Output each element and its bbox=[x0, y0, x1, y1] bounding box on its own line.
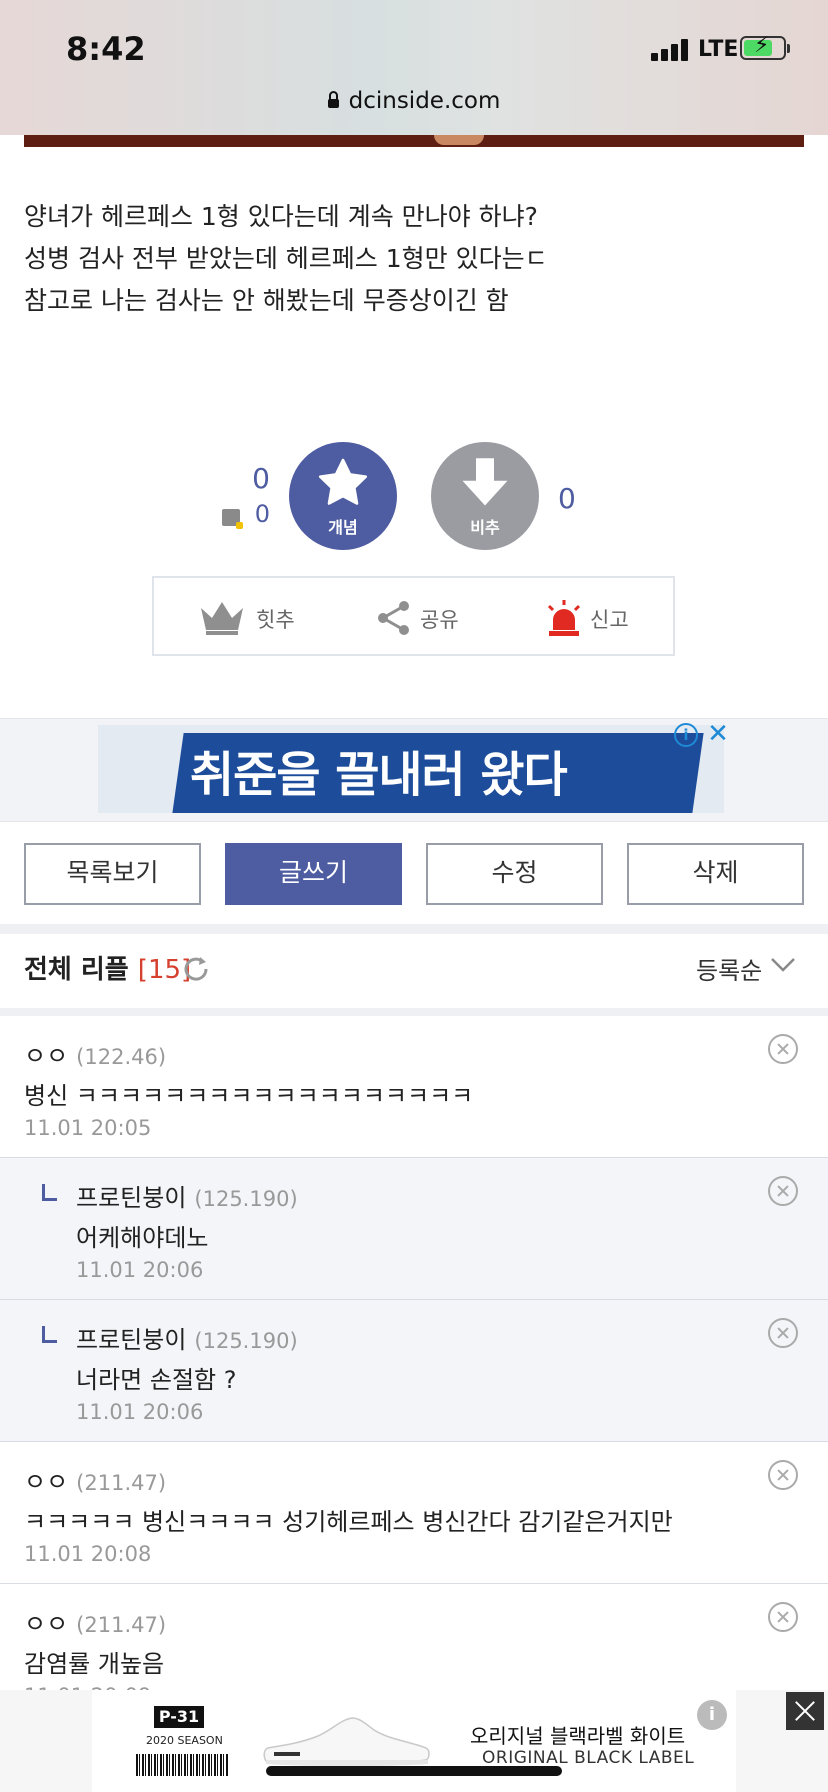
ad-info-icon[interactable]: i bbox=[697, 1700, 727, 1730]
url-text: dcinside.com bbox=[348, 88, 501, 114]
arrow-down-icon bbox=[462, 458, 508, 506]
barcode-image bbox=[136, 1754, 228, 1776]
comment-author[interactable]: ㅇㅇ bbox=[24, 1610, 68, 1638]
comments-title: 전체 리플 [15] bbox=[24, 949, 191, 986]
downvote-label: 비추 bbox=[470, 518, 500, 537]
comment-text: 너라면 손절함 ? bbox=[76, 1366, 237, 1394]
ad-season: 2020 SEASON bbox=[146, 1734, 223, 1747]
comment: ㅇㅇ (122.46) 병신 ㅋㅋㅋㅋㅋㅋㅋㅋㅋㅋㅋㅋㅋㅋㅋㅋㅋㅋ 11.01 2… bbox=[0, 1016, 828, 1158]
network-label: LTE bbox=[698, 37, 739, 62]
comment-ip: (125.190) bbox=[194, 1329, 298, 1353]
signal-icon bbox=[651, 37, 693, 61]
comment-author[interactable]: ㅇㅇ bbox=[24, 1042, 68, 1070]
comment-reply: 프로틴붕이 (125.190) 너라면 손절함 ? 11.01 20:06 bbox=[0, 1300, 828, 1442]
report-label: 신고 bbox=[590, 608, 629, 632]
ad-headline: 취준을 끌내러 왔다 bbox=[190, 747, 568, 803]
comment-date: 11.01 20:06 bbox=[76, 1258, 204, 1282]
home-indicator bbox=[266, 1766, 562, 1776]
comment-text: 병신 ㅋㅋㅋㅋㅋㅋㅋㅋㅋㅋㅋㅋㅋㅋㅋㅋㅋㅋ bbox=[24, 1082, 474, 1110]
ad-banner[interactable]: 취준을 끌내러 왔다 bbox=[98, 725, 724, 813]
sort-label: 등록순 bbox=[696, 957, 763, 985]
comment-date: 11.01 20:05 bbox=[24, 1116, 152, 1140]
bottom-ad: P-31 2020 SEASON 오리지널 블랙라벨 화이트 ORIGINAL … bbox=[0, 1690, 828, 1792]
edit-button[interactable]: 수정 bbox=[426, 843, 603, 905]
bottom-ad-banner[interactable]: P-31 2020 SEASON 오리지널 블랙라벨 화이트 ORIGINAL … bbox=[92, 1690, 736, 1792]
delete-comment-icon[interactable] bbox=[768, 1460, 798, 1490]
ad-brand-logo: P-31 bbox=[154, 1706, 204, 1728]
share-button[interactable]: 공유 bbox=[376, 600, 476, 636]
comment-text: ㅋㅋㅋㅋㅋ 병신ㅋㅋㅋㅋ 성기헤르페스 병신간다 감기같은거지만 bbox=[24, 1508, 673, 1536]
list-button[interactable]: 목록보기 bbox=[24, 843, 201, 905]
ad-band: 취준을 끌내러 왔다 bbox=[0, 718, 828, 822]
hit-recommend-button[interactable]: 힛추 bbox=[198, 600, 308, 636]
chevron-down-icon bbox=[771, 958, 795, 972]
write-button[interactable]: 글쓰기 bbox=[225, 843, 402, 905]
comments-title-label: 전체 리플 bbox=[24, 955, 129, 985]
refresh-icon[interactable] bbox=[181, 954, 211, 984]
comment: ㅇㅇ (211.47) ㅋㅋㅋㅋㅋ 병신ㅋㅋㅋㅋ 성기헤르페스 병신간다 감기같은… bbox=[0, 1442, 828, 1584]
post-line: 성병 검사 전부 받았는데 헤르페스 1형만 있다는ㄷ bbox=[24, 244, 548, 273]
delete-comment-icon[interactable] bbox=[768, 1034, 798, 1064]
comment-ip: (211.47) bbox=[76, 1471, 167, 1495]
comment-ip: (211.47) bbox=[76, 1613, 167, 1637]
comment-text: 감염률 개높음 bbox=[24, 1650, 165, 1678]
divider bbox=[0, 1008, 828, 1016]
hit-label: 힛추 bbox=[256, 608, 295, 632]
comment-ip: (122.46) bbox=[76, 1045, 167, 1069]
report-button[interactable]: 신고 bbox=[546, 600, 646, 636]
upvote-button[interactable]: 개념 bbox=[289, 442, 397, 550]
delete-comment-icon[interactable] bbox=[768, 1176, 798, 1206]
browser-chrome: 8:42 LTE ⚡ dcinside.com bbox=[0, 0, 828, 135]
comment-author[interactable]: 프로틴붕이 bbox=[76, 1326, 186, 1354]
siren-icon bbox=[547, 600, 581, 636]
post-content: 양녀가 헤르페스 1형 있다는데 계속 만나야 하냐? 성병 검사 전부 받았는… bbox=[24, 196, 804, 322]
comment-text: 어케해야데노 bbox=[76, 1224, 209, 1252]
fixed-user-icon bbox=[222, 509, 243, 529]
star-icon bbox=[318, 458, 368, 505]
sort-dropdown[interactable]: 등록순 bbox=[696, 951, 795, 986]
sneaker-image bbox=[263, 1717, 430, 1767]
downvote-button[interactable]: 비추 bbox=[431, 442, 539, 550]
fixed-upvote-count: 0 bbox=[254, 500, 270, 528]
ad-title-en: ORIGINAL BLACK LABEL bbox=[482, 1748, 695, 1768]
ad-info-icon[interactable]: i bbox=[674, 723, 698, 747]
share-label: 공유 bbox=[420, 608, 459, 632]
lock-icon bbox=[327, 91, 339, 108]
crown-icon bbox=[201, 602, 243, 635]
comment-date: 11.01 20:06 bbox=[76, 1400, 204, 1424]
battery-icon: ⚡ bbox=[740, 35, 786, 60]
ad-close-icon[interactable]: ✕ bbox=[706, 721, 730, 748]
comment-reply: 프로틴붕이 (125.190) 어케해야데노 11.01 20:06 bbox=[0, 1158, 828, 1300]
delete-button[interactable]: 삭제 bbox=[627, 843, 804, 905]
upvote-count: 0 bbox=[252, 462, 270, 495]
reply-icon bbox=[42, 1326, 57, 1343]
comment-date: 11.01 20:08 bbox=[24, 1542, 152, 1566]
post-image bbox=[24, 135, 804, 147]
status-time: 8:42 bbox=[66, 30, 146, 68]
share-icon bbox=[378, 601, 409, 635]
delete-comment-icon[interactable] bbox=[768, 1318, 798, 1348]
ad-title-ko: 오리지널 블랙라벨 화이트 bbox=[470, 1724, 686, 1748]
post-line: 참고로 나는 검사는 안 해봤는데 무증상이긴 함 bbox=[24, 286, 509, 315]
comment-author[interactable]: 프로틴붕이 bbox=[76, 1184, 186, 1212]
upvote-label: 개념 bbox=[328, 518, 358, 537]
divider bbox=[0, 924, 828, 934]
comment-ip: (125.190) bbox=[194, 1187, 298, 1211]
post-actions: 힛추 공유 신고 bbox=[152, 576, 675, 656]
comment-author[interactable]: ㅇㅇ bbox=[24, 1468, 68, 1496]
address-bar[interactable]: dcinside.com bbox=[0, 88, 828, 114]
downvote-count: 0 bbox=[558, 482, 576, 515]
reply-icon bbox=[42, 1184, 57, 1201]
post-line: 양녀가 헤르페스 1형 있다는데 계속 만나야 하냐? bbox=[24, 202, 538, 231]
close-ad-icon[interactable] bbox=[786, 1692, 824, 1730]
delete-comment-icon[interactable] bbox=[768, 1602, 798, 1632]
